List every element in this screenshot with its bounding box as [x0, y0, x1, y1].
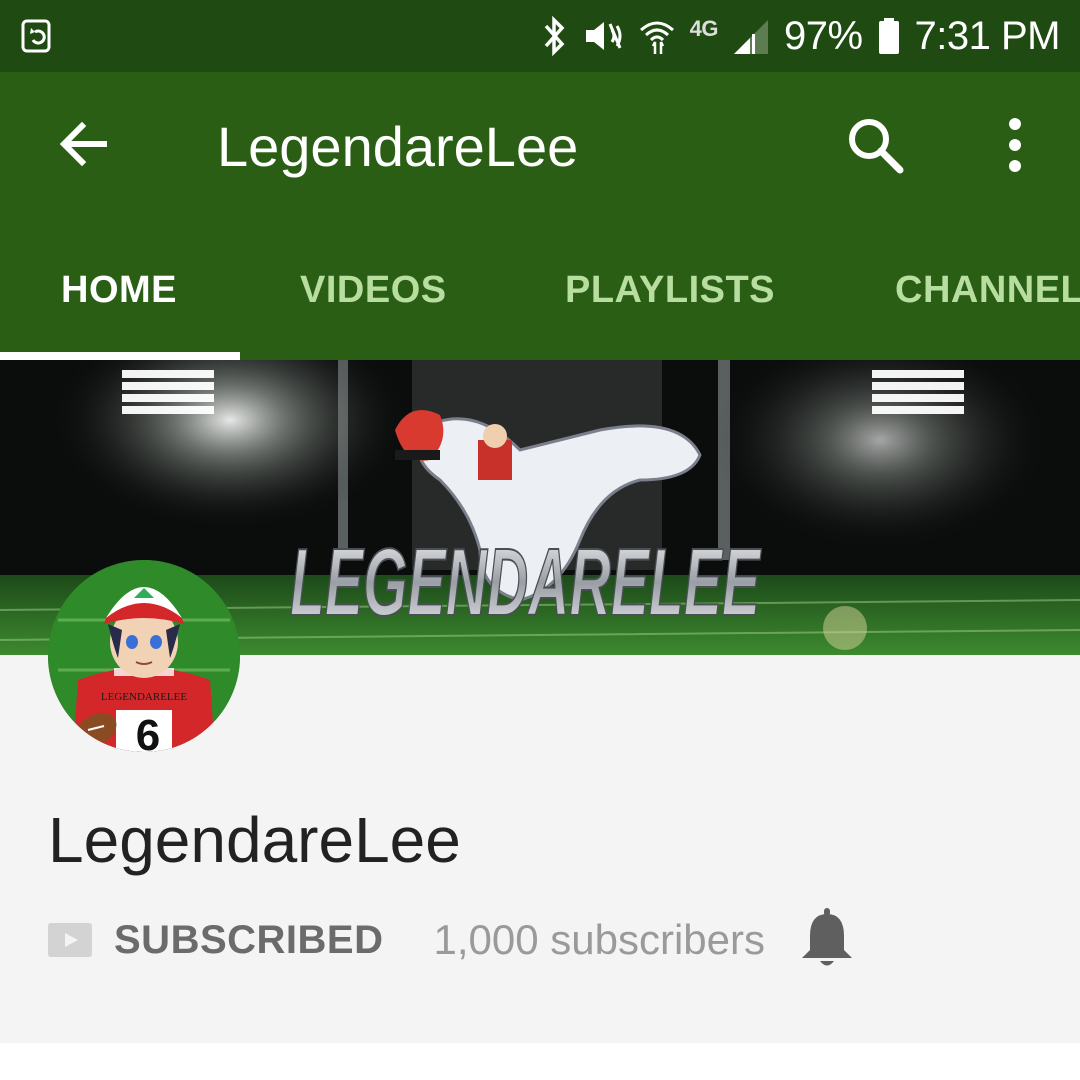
tab-videos[interactable]: VIDEOS: [300, 255, 447, 360]
channel-avatar[interactable]: LEGENDARELEE 6: [48, 560, 240, 752]
battery-icon: [878, 18, 899, 54]
tab-channels[interactable]: CHANNEL: [895, 255, 1080, 360]
clock: 7:31 PM: [914, 13, 1061, 58]
youtube-play-icon: [48, 923, 92, 957]
tab-playlists[interactable]: PLAYLISTS: [565, 255, 775, 360]
notification-bell-icon[interactable]: [800, 906, 854, 968]
banner-logo-text: LEGENDARELEE: [290, 529, 762, 636]
more-vert-icon[interactable]: [990, 112, 1040, 178]
app-title: LegendareLee: [217, 115, 579, 178]
subscribe-row: SUBSCRIBED 1,000 subscribers: [48, 905, 765, 975]
status-bar: 4G 97% 7:31 PM: [0, 0, 1080, 72]
search-icon[interactable]: [842, 112, 908, 178]
mute-vibrate-icon: [585, 22, 622, 50]
tab-home[interactable]: HOME: [61, 255, 177, 360]
tab-bar: HOME VIDEOS PLAYLISTS CHANNEL: [0, 255, 1080, 360]
wifi-icon: [639, 21, 674, 54]
subscriber-count: 1,000 subscribers: [433, 916, 765, 963]
channel-name: LegendareLee: [48, 804, 461, 876]
bluetooth-icon: [544, 16, 565, 56]
network-type: 4G: [689, 16, 719, 41]
back-arrow-icon[interactable]: [52, 112, 116, 176]
battery-percent: 97%: [783, 13, 863, 58]
avatar-jersey-number: 6: [136, 711, 160, 752]
signal-icon: [733, 20, 768, 54]
active-tab-indicator: [0, 352, 240, 360]
screen-rotate-icon: [21, 19, 51, 53]
avatar-jersey-text: LEGENDARELEE: [101, 691, 187, 703]
subscribed-button[interactable]: SUBSCRIBED: [114, 918, 383, 963]
